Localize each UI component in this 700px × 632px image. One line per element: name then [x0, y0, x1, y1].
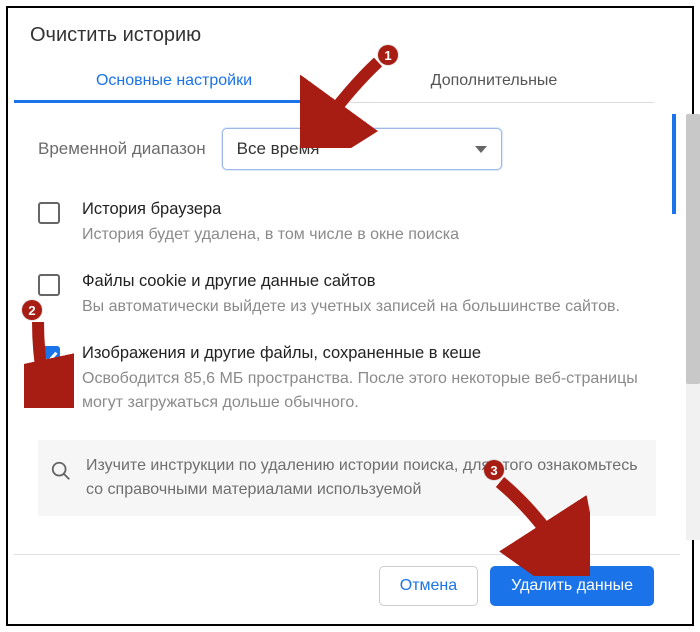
option-desc: Освободится 85,6 МБ пространства. После … [82, 367, 656, 413]
info-text: Изучите инструкции по удалению истории п… [86, 454, 644, 502]
annotation-badge-1: 1 [378, 45, 398, 65]
tab-basic-label: Основные настройки [96, 72, 252, 90]
option-desc: Вы автоматически выйдете из учетных запи… [82, 295, 620, 318]
cancel-button-label: Отмена [400, 577, 457, 595]
dialog-footer: Отмена Удалить данные [14, 554, 680, 616]
option-text: Изображения и другие файлы, сохраненные … [82, 344, 656, 413]
checkbox-cookies[interactable] [38, 274, 60, 296]
option-title: Изображения и другие файлы, сохраненные … [82, 344, 656, 363]
chevron-down-icon [475, 146, 487, 153]
tabs: Основные настройки Дополнительные [14, 59, 654, 103]
option-cookies: Файлы cookie и другие данные сайтов Вы а… [38, 272, 656, 318]
time-range-value: Все время [237, 139, 320, 159]
option-desc: История будет удалена, в том числе в окн… [82, 223, 459, 246]
clear-data-button-label: Удалить данные [511, 577, 633, 595]
checkbox-browsing-history[interactable] [38, 202, 60, 224]
annotation-badge-3: 3 [484, 460, 504, 480]
tab-advanced-label: Дополнительные [431, 72, 558, 90]
search-icon [50, 460, 72, 487]
scrollbar[interactable] [686, 114, 700, 540]
tab-advanced[interactable]: Дополнительные [334, 59, 654, 102]
scroll-area: Временной диапазон Все время История бра… [14, 110, 680, 554]
option-title: История браузера [82, 200, 459, 219]
option-text: Файлы cookie и другие данные сайтов Вы а… [82, 272, 620, 318]
cancel-button[interactable]: Отмена [379, 566, 478, 606]
clear-history-dialog: Очистить историю Основные настройки Допо… [14, 14, 680, 616]
clear-data-button[interactable]: Удалить данные [490, 566, 654, 606]
info-box: Изучите инструкции по удалению истории п… [38, 440, 656, 516]
scrollbar-thumb[interactable] [686, 114, 700, 384]
option-cached-images: Изображения и другие файлы, сохраненные … [38, 344, 656, 413]
checkbox-cached-images[interactable] [38, 346, 60, 368]
tab-basic[interactable]: Основные настройки [14, 59, 334, 102]
dialog-title: Очистить историю [14, 14, 680, 59]
annotation-badge-2: 2 [22, 300, 42, 320]
option-text: История браузера История будет удалена, … [82, 200, 459, 246]
time-range-select[interactable]: Все время [222, 128, 502, 170]
option-browsing-history: История браузера История будет удалена, … [38, 200, 656, 246]
time-range-row: Временной диапазон Все время [38, 128, 656, 170]
right-edge-accent [672, 114, 676, 214]
time-range-label: Временной диапазон [38, 139, 206, 159]
option-title: Файлы cookie и другие данные сайтов [82, 272, 620, 291]
